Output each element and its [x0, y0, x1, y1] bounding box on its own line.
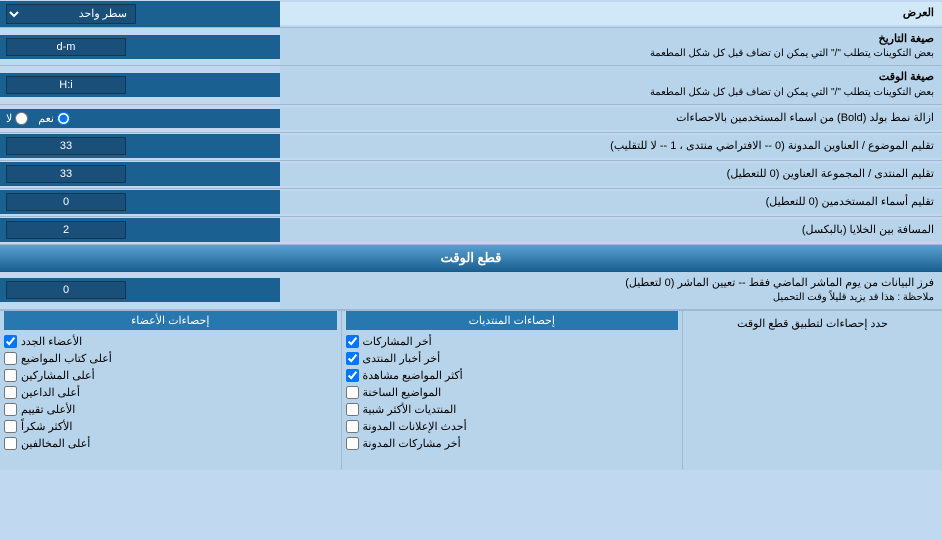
topic-titles-row: تقليم الموضوع / العناوين المدونة (0 -- ا…: [0, 133, 942, 161]
cb-latest-announcements[interactable]: [346, 420, 359, 433]
cell-spacing-label: المسافة بين الخلايا (بالبكسل): [280, 219, 942, 242]
time-cut-input-wrap[interactable]: [0, 278, 280, 302]
cb-top-sponsors[interactable]: [4, 386, 17, 399]
time-cut-main-label: فرز البيانات من يوم الماشر الماضي فقط --…: [288, 276, 934, 291]
cell-spacing-row: المسافة بين الخلايا (بالبكسل): [0, 217, 942, 245]
cb-last-posts[interactable]: [346, 335, 359, 348]
time-format-field[interactable]: [6, 76, 126, 94]
date-format-input-wrap[interactable]: [0, 35, 280, 59]
checkbox-item[interactable]: أعلى المخالفين: [4, 435, 337, 452]
date-format-hint: بعض التكوينات يتطلب "/" التي يمكن ان تضا…: [288, 47, 934, 61]
forum-stats-header: إحصاءات المنتديات: [346, 311, 679, 330]
time-cut-header: قطع الوقت: [0, 245, 942, 272]
forum-titles-row: تقليم المنتدى / المجموعة العناوين (0 للت…: [0, 161, 942, 189]
checkbox-item[interactable]: الأكثر شكراً: [4, 418, 337, 435]
topic-titles-label: تقليم الموضوع / العناوين المدونة (0 -- ا…: [280, 135, 942, 158]
member-stats-col: إحصاءات الأعضاء الأعضاء الجدد أعلى كتاب …: [0, 311, 341, 470]
time-format-label: صيغة الوقت بعض التكوينات يتطلب "/" التي …: [280, 66, 942, 103]
topic-titles-field[interactable]: [6, 137, 126, 155]
cb-most-thanked[interactable]: [4, 420, 17, 433]
cb-most-popular-forums[interactable]: [346, 403, 359, 416]
date-format-label: صيغة التاريخ بعض التكوينات يتطلب "/" الت…: [280, 28, 942, 65]
usernames-input-wrap[interactable]: [0, 190, 280, 214]
checkbox-item[interactable]: أكثر المواضيع مشاهدة: [346, 367, 679, 384]
remove-bold-radios: نعم لا: [6, 112, 70, 125]
forum-titles-label: تقليم المنتدى / المجموعة العناوين (0 للت…: [280, 163, 942, 186]
usernames-label: تقليم أسماء المستخدمين (0 للتعطيل): [280, 191, 942, 214]
cb-top-participants[interactable]: [4, 369, 17, 382]
checkbox-item[interactable]: أخر المشاركات: [346, 333, 679, 350]
radio-no[interactable]: [15, 112, 28, 125]
time-cut-label: فرز البيانات من يوم الماشر الماضي فقط --…: [280, 272, 942, 309]
usernames-row: تقليم أسماء المستخدمين (0 للتعطيل): [0, 189, 942, 217]
cell-spacing-input-wrap[interactable]: [0, 218, 280, 242]
radio-yes[interactable]: [57, 112, 70, 125]
main-container: العرض سطر واحد سطران ثلاثة أسطر صيغة الت…: [0, 0, 942, 470]
checkbox-item[interactable]: المنتديات الأكثر شبية: [346, 401, 679, 418]
time-format-row: صيغة الوقت بعض التكوينات يتطلب "/" التي …: [0, 66, 942, 104]
time-cut-note: ملاحظة : هذا قد يزيد قليلاً وقت التحميل: [288, 291, 934, 305]
cb-top-rated[interactable]: [4, 403, 17, 416]
checkbox-item[interactable]: أخر أخبار المنتدى: [346, 350, 679, 367]
remove-bold-row: ازالة نمط بولد (Bold) من اسماء المستخدمي…: [0, 105, 942, 133]
time-cut-title: قطع الوقت: [441, 250, 502, 265]
forum-titles-field[interactable]: [6, 165, 126, 183]
topic-titles-input-wrap[interactable]: [0, 134, 280, 158]
line-count-select[interactable]: سطر واحد سطران ثلاثة أسطر: [6, 4, 136, 24]
cb-last-blog[interactable]: [346, 437, 359, 450]
remove-bold-label: ازالة نمط بولد (Bold) من اسماء المستخدمي…: [280, 107, 942, 130]
forum-titles-input-wrap[interactable]: [0, 162, 280, 186]
checkbox-item[interactable]: الأعلى تقييم: [4, 401, 337, 418]
checkbox-item[interactable]: أعلى المشاركين: [4, 367, 337, 384]
cb-hot-topics[interactable]: [346, 386, 359, 399]
date-format-field[interactable]: [6, 38, 126, 56]
time-format-title: صيغة الوقت: [288, 70, 934, 85]
date-format-title: صيغة التاريخ: [288, 32, 934, 47]
date-format-row: صيغة التاريخ بعض التكوينات يتطلب "/" الت…: [0, 28, 942, 66]
cb-last-news[interactable]: [346, 352, 359, 365]
limit-label: حدد إحصاءات لتطبيق قطع الوقت: [682, 311, 942, 470]
checkboxes-area: حدد إحصاءات لتطبيق قطع الوقت إحصاءات الم…: [0, 310, 942, 470]
remove-bold-input-wrap[interactable]: نعم لا: [0, 109, 280, 128]
header-label: العرض: [280, 2, 942, 25]
cb-top-violators[interactable]: [4, 437, 17, 450]
checkbox-item[interactable]: أحدث الإعلانات المدونة: [346, 418, 679, 435]
checkbox-item[interactable]: المواضيع الساخنة: [346, 384, 679, 401]
radio-yes-label[interactable]: نعم: [38, 112, 70, 125]
forum-stats-col: إحصاءات المنتديات أخر المشاركات أخر أخبا…: [341, 311, 683, 470]
cb-most-viewed[interactable]: [346, 369, 359, 382]
time-cut-row: فرز البيانات من يوم الماشر الماضي فقط --…: [0, 272, 942, 310]
checkbox-item[interactable]: أعلى كتاب المواضيع: [4, 350, 337, 367]
checkbox-item[interactable]: أعلى الداعين: [4, 384, 337, 401]
time-cut-field[interactable]: [6, 281, 126, 299]
cell-spacing-field[interactable]: [6, 221, 126, 239]
limit-label-text: حدد إحصاءات لتطبيق قطع الوقت: [737, 317, 888, 330]
member-stats-header: إحصاءات الأعضاء: [4, 311, 337, 330]
header-row: العرض سطر واحد سطران ثلاثة أسطر: [0, 0, 942, 28]
radio-no-label[interactable]: لا: [6, 112, 28, 125]
cb-top-posters[interactable]: [4, 352, 17, 365]
time-format-hint: بعض التكوينات يتطلب "/" التي يمكن ان تضا…: [288, 86, 934, 100]
checkbox-item[interactable]: الأعضاء الجدد: [4, 333, 337, 350]
line-count-input[interactable]: سطر واحد سطران ثلاثة أسطر: [0, 1, 280, 27]
cb-new-members[interactable]: [4, 335, 17, 348]
checkbox-item[interactable]: أخر مشاركات المدونة: [346, 435, 679, 452]
usernames-field[interactable]: [6, 193, 126, 211]
time-format-input-wrap[interactable]: [0, 73, 280, 97]
